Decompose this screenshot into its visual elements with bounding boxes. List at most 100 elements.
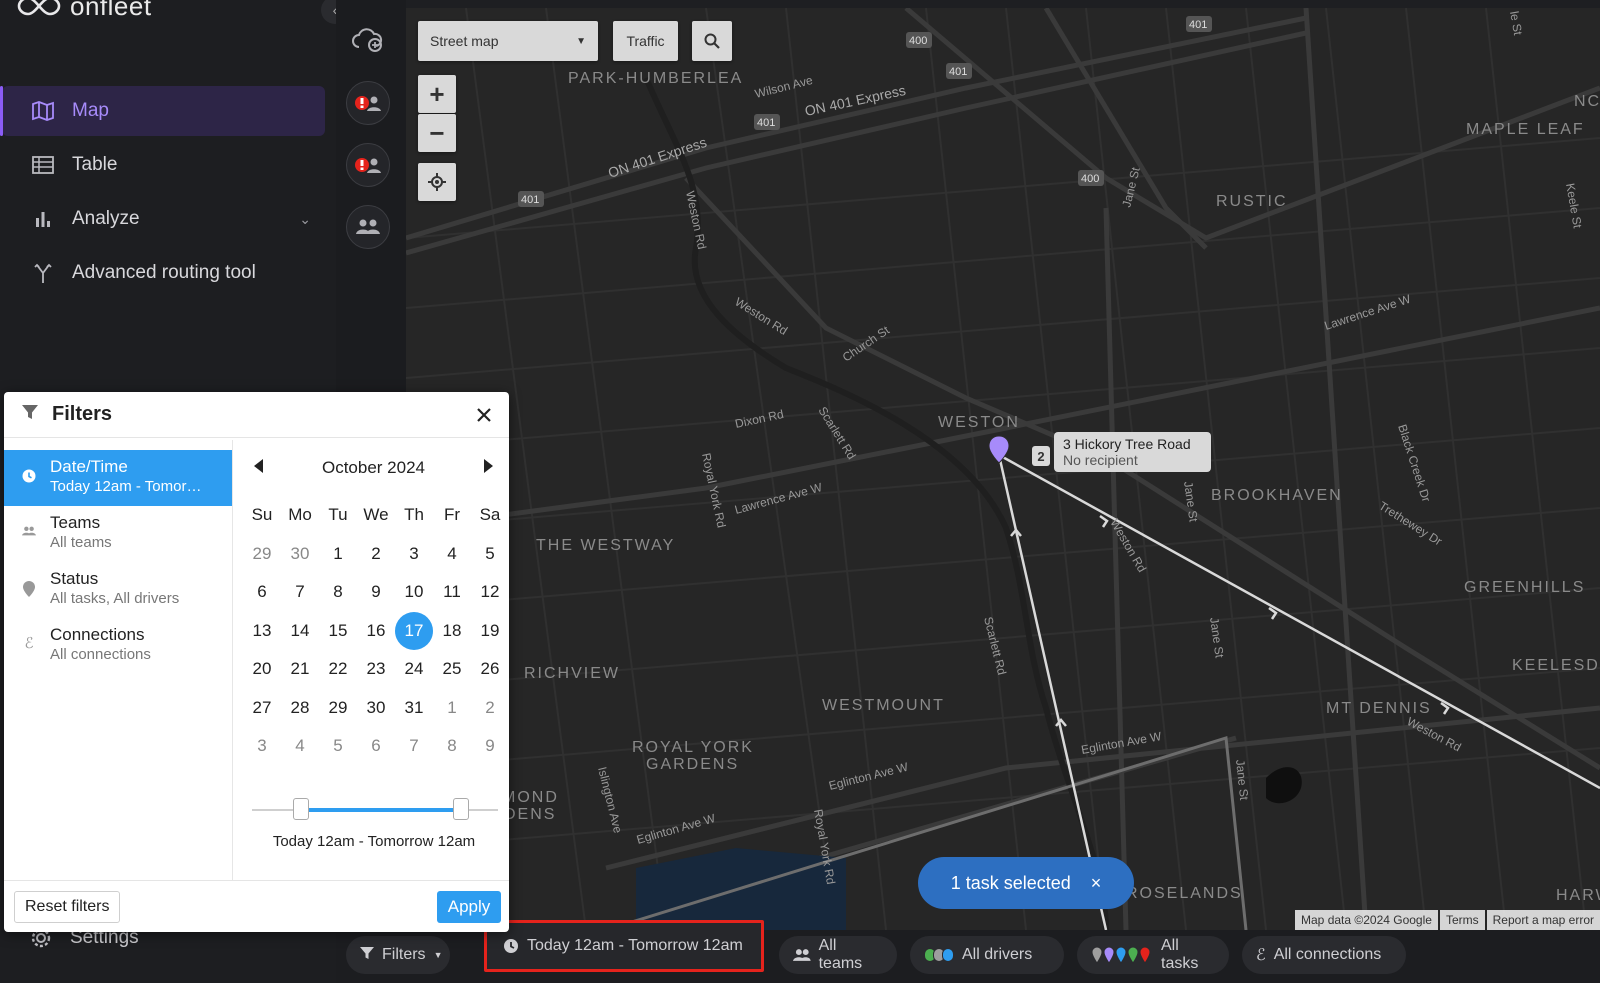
teams-chip[interactable]: All teams [779,936,897,974]
calendar-day[interactable]: 28 [281,689,319,728]
calendar-day[interactable]: 3 [395,535,433,574]
routing-icon [30,262,56,284]
calendar-day[interactable]: 11 [433,573,471,612]
selected-tasks-pill[interactable]: 1 task selected × [918,857,1134,909]
calendar-day[interactable]: 1 [433,689,471,728]
filter-category-teams[interactable]: Teams All teams [4,506,232,562]
next-month-button[interactable] [483,458,493,478]
bar-chart-icon [30,208,56,230]
map-view[interactable]: 400 401 401 401 401 400 PARK-HUMBERLEA R… [406,8,1600,930]
nav-item-map[interactable]: Map [0,86,325,136]
close-filters-button[interactable] [471,402,497,428]
inactive-drivers-button[interactable] [346,143,390,187]
pin-tooltip[interactable]: 3 Hickory Tree Road No recipient [1054,432,1211,472]
connection-icon: ℰ [1256,947,1266,964]
zoom-out-button[interactable]: − [418,114,456,152]
map-label: WESTMOUNT [822,697,945,714]
calendar-day[interactable]: 4 [281,727,319,766]
reset-filters-button[interactable]: Reset filters [14,891,121,923]
onfleet-logo[interactable]: onfleet [16,0,152,28]
teams-button[interactable] [346,205,390,249]
calendar-day[interactable]: 14 [281,612,319,651]
chevron-down-icon: ⌄ [299,210,311,227]
filters-footer: Reset filters Apply [4,880,509,932]
calendar-day[interactable]: 21 [281,650,319,689]
add-task-button[interactable] [351,24,385,58]
calendar-day[interactable]: 8 [433,727,471,766]
calendar-day[interactable]: 6 [357,727,395,766]
calendar-day[interactable]: 2 [471,689,509,728]
prev-month-button[interactable] [254,458,264,478]
filter-category-datetime[interactable]: Date/Time Today 12am - Tomor… [4,450,232,506]
calendar-day[interactable]: 8 [319,573,357,612]
calendar-day[interactable]: 6 [243,573,281,612]
time-range-slider[interactable] [252,796,498,826]
nav-item-advanced-routing[interactable]: Advanced routing tool [2,248,325,298]
nav-item-label: Analyze [72,208,140,229]
calendar-day[interactable]: 25 [433,650,471,689]
time-range-label: Today 12am - Tomorrow 12am [272,833,476,850]
unassigned-drivers-button[interactable] [346,81,390,125]
calendar-day[interactable]: 13 [243,612,281,651]
crosshair-icon [428,173,446,191]
nav-item-analyze[interactable]: Analyze ⌄ [2,194,325,244]
map-canvas[interactable]: 400 401 401 401 401 400 PARK-HUMBERLEA R… [406,8,1600,930]
map-type-value: Street map [430,33,499,49]
calendar-day[interactable]: 9 [471,727,509,766]
driver-status-icons [924,948,954,962]
calendar-day[interactable]: 3 [243,727,281,766]
calendar-day[interactable]: 30 [281,535,319,574]
calendar-day[interactable]: 7 [395,727,433,766]
caret-down-icon: ▼ [576,35,586,47]
calendar-day[interactable]: 2 [357,535,395,574]
calendar-day[interactable]: 18 [433,612,471,651]
calendar-day[interactable]: 17 [395,611,433,651]
slider-end-handle[interactable] [453,798,470,820]
drivers-chip[interactable]: All drivers [910,936,1064,974]
selected-day: 17 [395,611,433,650]
calendar-day[interactable]: 20 [243,650,281,689]
map-label: PARK-HUMBERLEA [568,70,743,87]
calendar-day[interactable]: 1 [319,535,357,574]
calendar-day[interactable]: 9 [357,573,395,612]
filter-category-connections[interactable]: ℰ Connections All connections [4,618,232,674]
calendar-day[interactable]: 29 [243,535,281,574]
calendar-day[interactable]: 7 [281,573,319,612]
connections-chip[interactable]: ℰ All connections [1242,936,1406,974]
terms-link[interactable]: Terms [1439,910,1485,930]
calendar-day[interactable]: 30 [357,689,395,728]
slider-start-handle[interactable] [293,798,310,820]
nav-item-table[interactable]: Table [2,140,325,190]
connections-label: All connections [1273,946,1382,963]
map-search-button[interactable] [692,21,732,61]
calendar-day[interactable]: 19 [471,612,509,651]
calendar-day[interactable]: 31 [395,689,433,728]
traffic-button[interactable]: Traffic [613,21,678,61]
calendar-day[interactable]: 24 [395,650,433,689]
date-range-chip[interactable]: Today 12am - Tomorrow 12am [484,920,764,972]
map-type-select[interactable]: Street map ▼ [418,21,598,61]
calendar-day[interactable]: 15 [319,612,357,651]
map-label: THE WESTWAY [536,537,675,554]
calendar-day[interactable]: 26 [471,650,509,689]
tasks-chip[interactable]: All tasks [1077,936,1229,974]
calendar-day[interactable]: 16 [357,612,395,651]
funnel-icon [360,946,374,965]
calendar-day[interactable]: 4 [433,535,471,574]
calendar-day[interactable]: 27 [243,689,281,728]
calendar-day[interactable]: 10 [395,573,433,612]
close-icon[interactable]: × [1091,873,1102,894]
report-map-error-link[interactable]: Report a map error [1486,910,1600,930]
calendar-day[interactable]: 5 [471,535,509,574]
filter-category-status[interactable]: Status All tasks, All drivers [4,562,232,618]
map-label: BROOKHAVEN [1211,487,1343,504]
filters-toggle-button[interactable]: Filters ▼ [346,936,450,974]
calendar-day[interactable]: 12 [471,573,509,612]
calendar-day[interactable]: 23 [357,650,395,689]
zoom-in-button[interactable]: + [418,75,456,113]
calendar-day[interactable]: 22 [319,650,357,689]
apply-button[interactable]: Apply [437,891,501,923]
locate-button[interactable] [418,163,456,201]
calendar-day[interactable]: 29 [319,689,357,728]
calendar-day[interactable]: 5 [319,727,357,766]
